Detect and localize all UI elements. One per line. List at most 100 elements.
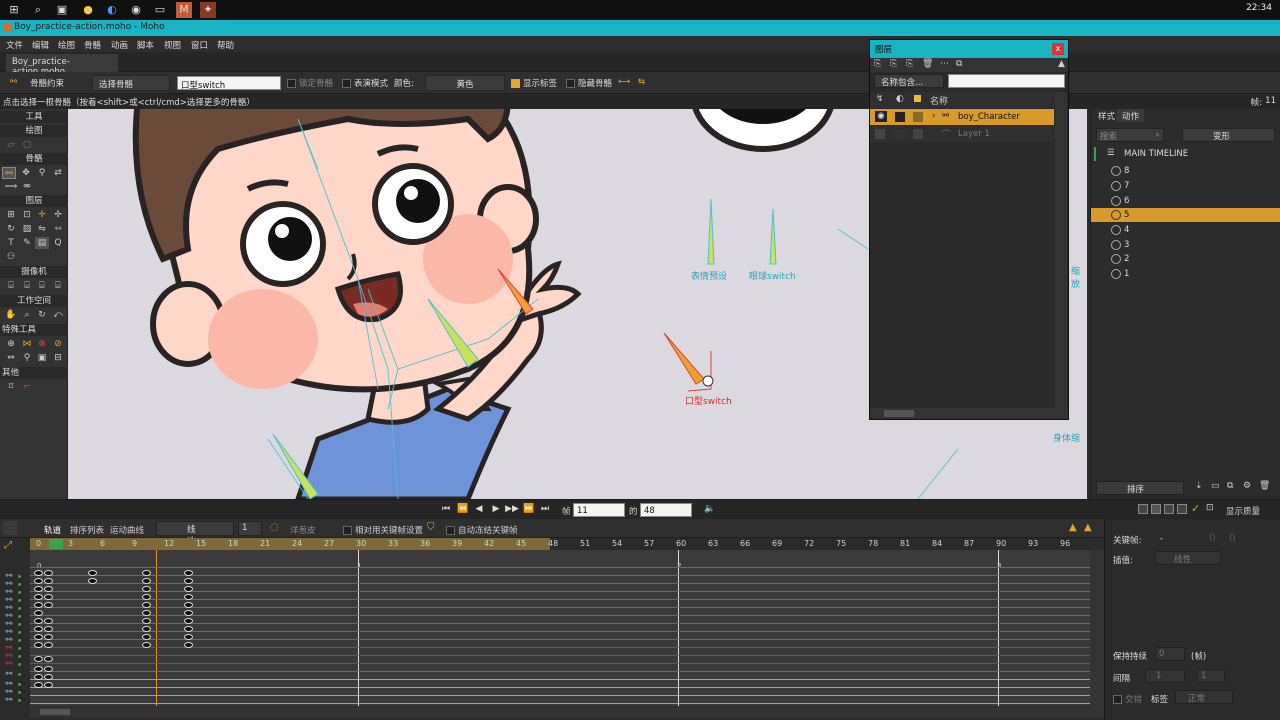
action-item-8[interactable]: 8 <box>1091 164 1280 178</box>
orbit-workspace-icon[interactable]: ⤺ <box>51 309 65 321</box>
timeline-hscrollbar[interactable] <box>30 707 1090 717</box>
channel-icon[interactable]: ⚯ <box>3 659 15 669</box>
pen-tool-icon[interactable]: ✎ <box>20 237 34 249</box>
keyframe[interactable] <box>44 586 53 592</box>
delete-action-icon[interactable]: 🗑 <box>1259 481 1270 491</box>
keyframe[interactable] <box>184 610 193 616</box>
interpolation-dropdown[interactable]: 线性 <box>156 521 234 547</box>
image-tool-icon[interactable]: ▤ <box>35 237 49 249</box>
interp-prop-dropdown[interactable]: 线性 <box>1155 551 1221 565</box>
keyframe[interactable] <box>44 578 53 584</box>
roll-camera-icon[interactable]: ⌸ <box>35 280 49 292</box>
layer-color-icon[interactable] <box>913 129 923 139</box>
keyframe[interactable] <box>184 618 193 624</box>
special-tool-6-icon[interactable]: ⚲ <box>20 352 34 364</box>
bone-constraint-button[interactable]: 骨骼约束 <box>30 77 64 89</box>
relative-keyframe-checkbox[interactable]: 相对用关键帧设置 <box>343 524 423 536</box>
layers-scrollbar[interactable] <box>1055 92 1067 408</box>
next-keyframe-icon[interactable]: ⟨⟩ <box>1229 533 1236 543</box>
chrome-icon[interactable]: ◉ <box>128 2 144 18</box>
step-back-icon[interactable]: ⏪ <box>456 503 470 516</box>
hold-input[interactable]: 0 <box>1155 647 1185 661</box>
shear-layer-tool-icon[interactable]: ▨ <box>20 223 34 235</box>
tab-sequencer[interactable]: 排序列表 <box>70 524 104 536</box>
search-icon[interactable]: ⌕ <box>30 2 46 18</box>
new-action-icon[interactable]: ⇣ <box>1195 481 1203 491</box>
keyframe[interactable] <box>34 578 43 584</box>
keyframe[interactable] <box>142 602 151 608</box>
action-item-7[interactable]: 7 <box>1091 179 1280 193</box>
zoom-camera-icon[interactable]: ⌸ <box>20 280 34 292</box>
more-icon[interactable]: ⋯ <box>940 59 949 69</box>
keyframe[interactable] <box>34 570 43 576</box>
keyframe[interactable] <box>34 602 43 608</box>
layer-lock-icon[interactable] <box>895 129 905 139</box>
keyframe[interactable] <box>44 634 53 640</box>
new-layer-icon[interactable]: ⎘ <box>874 59 881 69</box>
zoom-in-icon[interactable]: ▲ <box>1069 522 1077 533</box>
keyframe[interactable] <box>34 626 43 632</box>
special-tool-4-icon[interactable]: ⊘ <box>51 338 65 350</box>
prev-keyframe-icon[interactable]: ⟨⟩ <box>1209 533 1216 543</box>
text-tool-icon[interactable]: T <box>4 237 18 249</box>
keyframe[interactable] <box>34 634 43 640</box>
layer-visibility-icon[interactable] <box>875 129 885 139</box>
special-tool-2-icon[interactable]: ⋈ <box>20 338 34 350</box>
layers-title-bar[interactable]: 图层 x <box>870 40 1068 58</box>
view-toggle-3-icon[interactable] <box>1164 504 1174 514</box>
keyframe[interactable] <box>44 642 53 648</box>
second-app-icon[interactable]: ✦ <box>200 2 216 18</box>
flip-layer-tool-icon[interactable]: ⇋ <box>35 223 49 235</box>
keyframe[interactable] <box>34 610 43 616</box>
cycle-dropdown[interactable]: 1 <box>1145 669 1185 683</box>
bone-flip2-icon[interactable]: ⇆ <box>638 77 645 87</box>
keyframe[interactable] <box>44 666 53 672</box>
scale-layer-tool-icon[interactable]: ✛ <box>35 209 49 221</box>
windows-start-icon[interactable]: ⊞ <box>6 2 22 18</box>
timeline-vscrollbar[interactable] <box>1090 550 1104 717</box>
keyframe[interactable] <box>184 578 193 584</box>
layer-row-layer-1[interactable]: ⌒ Layer 1 <box>870 126 1054 142</box>
app-icon[interactable]: ● <box>80 2 96 18</box>
rotate-workspace-icon[interactable]: ↻ <box>35 309 49 321</box>
keyframe[interactable] <box>44 602 53 608</box>
keyframe[interactable] <box>184 626 193 632</box>
keyframe[interactable] <box>142 634 151 640</box>
special-tool-5-icon[interactable]: ⇔ <box>4 352 18 364</box>
keyframe[interactable] <box>184 642 193 648</box>
tab-channels[interactable]: 轨道 <box>44 524 61 536</box>
special-tool-7-icon[interactable]: ▣ <box>35 352 49 364</box>
close-icon[interactable]: x <box>1052 43 1064 55</box>
sort-dropdown[interactable]: 排序 <box>1096 481 1184 495</box>
hand-tool-icon[interactable]: ✋ <box>4 309 18 321</box>
moho-app-icon[interactable]: M <box>176 2 192 18</box>
layer-row-boy-character[interactable]: ◉ › ⚯ boy_Character <box>870 109 1054 125</box>
zoom-out-icon[interactable]: ▲ <box>1084 522 1092 533</box>
action-settings-icon[interactable]: ⚙ <box>1243 481 1251 491</box>
action-item-6[interactable]: 6 <box>1091 194 1280 208</box>
menu-animation[interactable]: 动画 <box>111 39 128 51</box>
folder-icon[interactable]: ▭ <box>152 2 168 18</box>
other-tool-1-icon[interactable]: ⌑ <box>4 381 18 393</box>
tab-motion-graph[interactable]: 运动曲线 <box>110 524 144 536</box>
keyframe[interactable] <box>34 666 43 672</box>
fast-forward-icon[interactable]: ⏭ <box>538 503 552 516</box>
layer-lock-icon[interactable] <box>895 112 905 122</box>
keyframe[interactable] <box>184 594 193 600</box>
action-item-2[interactable]: 2 <box>1091 252 1280 266</box>
keyframe[interactable] <box>142 586 151 592</box>
interp-count-dropdown[interactable]: 1 <box>238 521 262 536</box>
keyframe[interactable] <box>34 682 43 688</box>
layer-color-icon[interactable] <box>913 112 923 122</box>
next-frame-icon[interactable]: ▶▶ <box>505 503 519 516</box>
select-bone-tool-icon[interactable]: ⚯ <box>2 167 16 179</box>
prev-frame-icon[interactable]: ◀ <box>472 503 486 516</box>
layer-filter-input[interactable] <box>948 74 1065 88</box>
lock-bone-checkbox[interactable]: 锁定骨骼 <box>287 77 333 89</box>
color-dropdown[interactable]: 黄色 <box>425 75 505 91</box>
menu-edit[interactable]: 编辑 <box>32 39 49 51</box>
audio-icon[interactable]: 🔈 <box>703 503 717 516</box>
keyframe[interactable] <box>34 674 43 680</box>
select-bone-dropdown[interactable]: 选择骨骼 <box>92 75 170 91</box>
set-origin-tool-icon[interactable]: ⊞ <box>4 209 18 221</box>
